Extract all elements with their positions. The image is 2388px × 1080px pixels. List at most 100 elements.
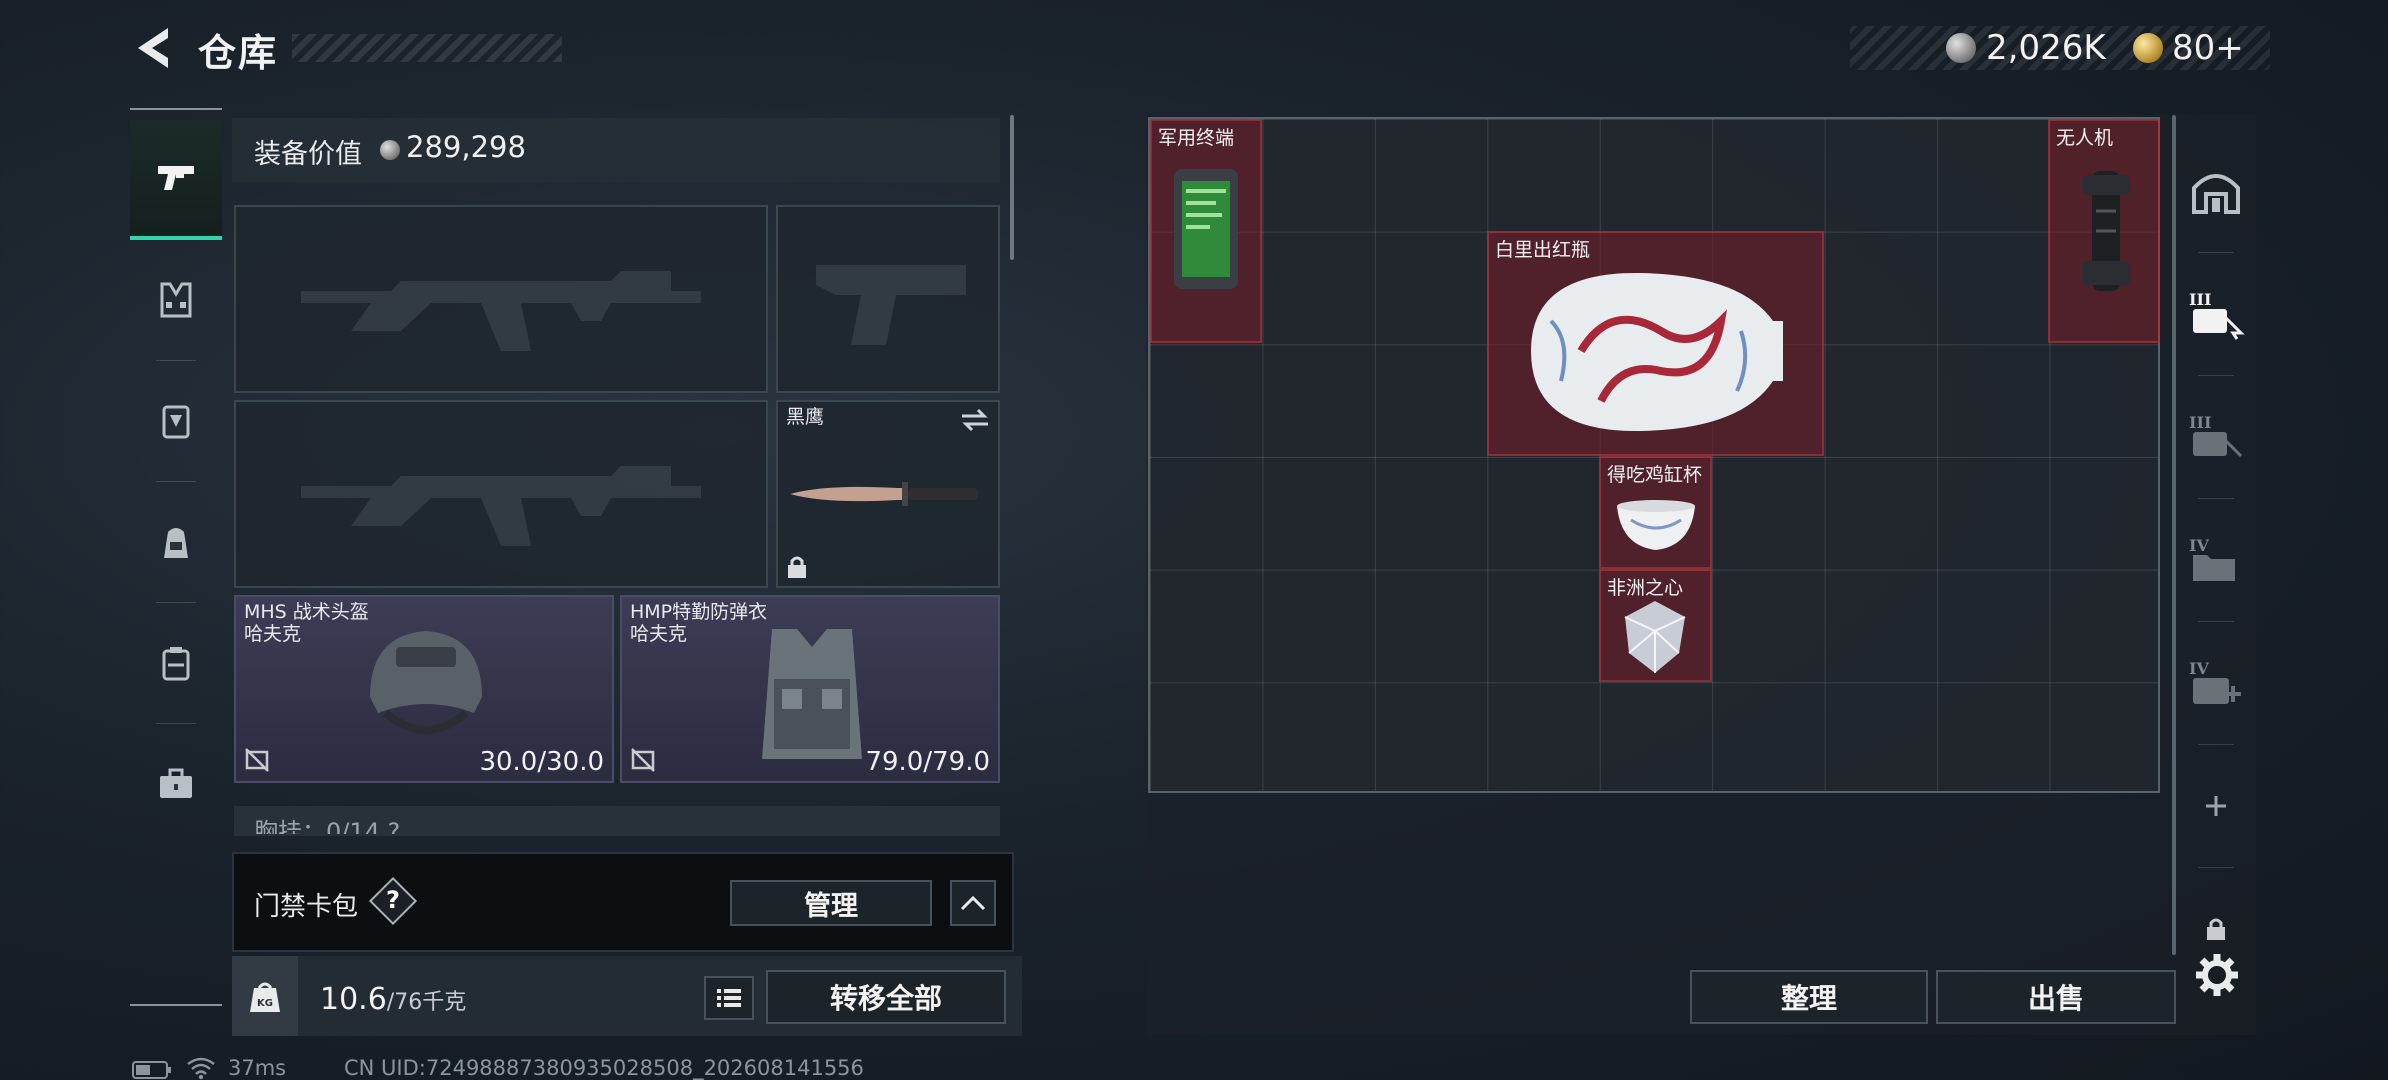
armor-durability: 79.0/79.0	[865, 747, 990, 777]
secondary-weapon-slot[interactable]	[234, 400, 768, 588]
stash-item-porcelain-vase[interactable]: 白里出红瓶	[1487, 231, 1824, 456]
equipment-scrollbar[interactable]	[1010, 115, 1014, 260]
cup-icon	[1617, 500, 1695, 550]
stash-item-drone[interactable]: 无人机	[2048, 119, 2160, 343]
tier-label: III	[2189, 413, 2211, 432]
add-stash-button[interactable]	[2176, 745, 2256, 867]
tab-stash-tier4a[interactable]: IV	[2176, 499, 2256, 621]
right-tab-rail: III III IV IV	[2176, 130, 2256, 1030]
collapse-button[interactable]	[950, 880, 996, 926]
tier4-folder-icon: IV	[2189, 536, 2235, 581]
rifle-silhouette-icon	[301, 271, 701, 351]
tier3-storage-icon: III	[2189, 290, 2245, 340]
tab-weapons[interactable]	[130, 120, 222, 240]
stash-item-heart-of-africa[interactable]: 非洲之心	[1599, 569, 1712, 682]
tier-label: IV	[2189, 659, 2209, 678]
sort-button[interactable]: 整理	[1690, 970, 1928, 1024]
item-label: 军用终端	[1158, 127, 1235, 149]
stash-item-military-terminal[interactable]: 军用终端	[1150, 119, 1262, 343]
tab-stash-tier4b[interactable]: IV	[2176, 622, 2256, 744]
back-button[interactable]	[128, 22, 188, 74]
item-label: 得吃鸡缸杯	[1607, 464, 1703, 486]
list-view-button[interactable]	[704, 976, 754, 1020]
equipment-value: 289,298	[406, 130, 526, 164]
list-icon	[717, 989, 741, 1007]
silver-coin-icon	[380, 140, 400, 160]
gold-coin-icon	[2133, 33, 2163, 63]
gold-currency-value[interactable]: 80+	[2172, 28, 2244, 68]
tab-armor[interactable]	[130, 361, 222, 481]
tab-container[interactable]	[130, 603, 222, 723]
primary-weapon-slot[interactable]	[234, 205, 768, 393]
vase-icon	[1531, 272, 1783, 432]
vest-icon	[160, 282, 192, 318]
drone-icon	[2082, 171, 2130, 291]
tier-label: IV	[2189, 536, 2209, 555]
helmet-durability: 30.0/30.0	[479, 747, 604, 777]
no-insurance-icon	[631, 748, 655, 772]
diamond-icon	[1624, 601, 1686, 673]
rifle-silhouette-icon	[301, 466, 701, 546]
weight-max: /76千克	[386, 990, 467, 1015]
card-bag-label: 门禁卡包	[254, 892, 359, 922]
pistol-slot[interactable]	[776, 205, 1000, 393]
ping-value: 37ms	[228, 1056, 287, 1080]
settings-button[interactable]	[2194, 952, 2240, 1002]
body-armor-slot[interactable]: HMP特勤防弹衣 哈夫克 79.0/79.0	[620, 595, 1000, 783]
swap-icon[interactable]	[960, 408, 990, 432]
gear-icon	[2196, 954, 2238, 996]
body-armor-icon	[762, 629, 862, 759]
silver-coin-icon	[1946, 33, 1976, 63]
uid-text: CN UID:72498887380935028508_202608141556	[344, 1056, 864, 1080]
tab-stash-main[interactable]	[2176, 130, 2256, 252]
wifi-icon	[186, 1056, 216, 1080]
tab-backpack[interactable]	[130, 482, 222, 602]
no-insurance-icon	[245, 748, 269, 772]
toolbox-icon	[160, 768, 192, 798]
weight-icon: KG	[250, 982, 280, 1012]
battery-icon	[132, 1060, 172, 1080]
left-tab-rail	[130, 108, 222, 1008]
silver-currency-value: 2,026K	[1986, 28, 2106, 68]
tab-stash-tier3b[interactable]: III	[2176, 376, 2256, 498]
helmet-slot[interactable]: MHS 战术头盔 哈夫克 30.0/30.0	[234, 595, 614, 783]
equipment-value-label: 装备价值	[254, 139, 362, 170]
container-icon	[162, 647, 190, 681]
helmet-maker: 哈夫克	[244, 623, 302, 645]
backpack-icon	[164, 528, 188, 558]
pistol-silhouette-icon	[816, 265, 966, 345]
item-label: 白里出红瓶	[1495, 239, 1591, 261]
pistol-icon	[158, 166, 194, 190]
melee-name: 黑鹰	[786, 406, 825, 428]
tab-toolbox[interactable]	[130, 724, 222, 844]
armor-icon	[162, 405, 190, 439]
weight-icon-box: KG	[232, 956, 298, 1036]
tab-stash-tier3-active[interactable]: III	[2176, 253, 2256, 375]
lock-icon	[788, 556, 806, 578]
item-label: 无人机	[2056, 127, 2114, 149]
tier3-storage-icon: III	[2189, 413, 2243, 458]
svg-text:KG: KG	[257, 998, 273, 1009]
terminal-icon	[1174, 169, 1238, 289]
page-title: 仓库	[198, 31, 279, 75]
tab-chest-rig[interactable]	[130, 240, 222, 360]
transfer-all-button[interactable]: 转移全部	[766, 970, 1006, 1024]
title-decoration	[292, 34, 562, 62]
chest-rig-peek-text: 胸挂：0/14 ?	[254, 818, 401, 834]
helmet-icon	[370, 631, 482, 734]
armor-name: HMP特勤防弹衣	[630, 601, 768, 623]
weight-current: 10.6	[320, 982, 387, 1017]
tab-rail-bottom	[130, 1004, 222, 1006]
item-label: 非洲之心	[1607, 577, 1684, 599]
weight-value: 10.6/76千克	[320, 982, 466, 1017]
tier-label: III	[2189, 290, 2211, 309]
chevron-up-icon	[960, 895, 986, 911]
stash-item-chicken-cup[interactable]: 得吃鸡缸杯	[1599, 456, 1712, 569]
manage-button[interactable]: 管理	[730, 880, 932, 926]
plus-icon	[2206, 796, 2226, 816]
sell-button[interactable]: 出售	[1936, 970, 2176, 1024]
back-arrow-icon	[138, 28, 168, 68]
tier4-medical-icon: IV	[2189, 659, 2241, 704]
knife-icon	[790, 482, 978, 506]
melee-slot[interactable]: 黑鹰	[776, 400, 1000, 588]
